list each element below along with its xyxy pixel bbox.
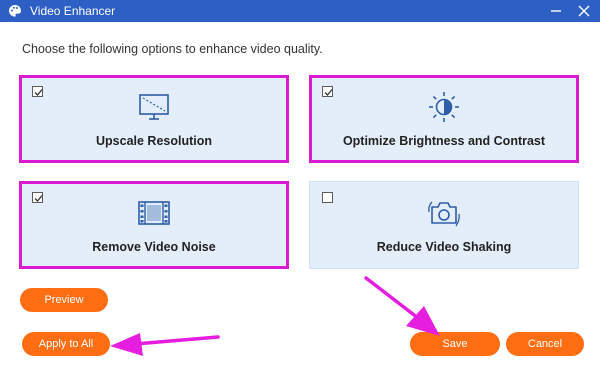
option-brightness-contrast[interactable]: Optimize Brightness and Contrast: [309, 75, 579, 163]
option-label: Reduce Video Shaking: [376, 240, 512, 254]
title-bar: Video Enhancer: [0, 0, 600, 22]
option-label: Upscale Resolution: [96, 134, 212, 148]
close-icon[interactable]: [576, 3, 592, 19]
apply-to-all-button[interactable]: Apply to All: [22, 332, 110, 356]
display-icon: [139, 94, 169, 120]
option-reduce-shaking[interactable]: Reduce Video Shaking: [309, 181, 579, 269]
film-strip-icon: [138, 201, 170, 225]
preview-button[interactable]: Preview: [20, 288, 108, 312]
minimize-icon[interactable]: [548, 3, 564, 19]
save-button[interactable]: Save: [410, 332, 500, 356]
upscale-checkbox[interactable]: [32, 86, 43, 97]
cancel-button[interactable]: Cancel: [506, 332, 584, 356]
option-label: Remove Video Noise: [92, 240, 216, 254]
window-title: Video Enhancer: [30, 4, 116, 18]
palette-icon: [9, 5, 21, 17]
option-label: Optimize Brightness and Contrast: [342, 134, 546, 148]
annotation-arrow-apply: [110, 333, 220, 356]
brightness-checkbox[interactable]: [322, 86, 333, 97]
noise-checkbox[interactable]: [32, 192, 43, 203]
option-remove-noise[interactable]: Remove Video Noise: [19, 181, 289, 269]
annotation-arrow-save: [364, 276, 440, 336]
instruction-text: Choose the following options to enhance …: [22, 42, 323, 56]
camera-icon: [428, 201, 460, 227]
shaking-checkbox[interactable]: [322, 192, 333, 203]
brightness-icon: [429, 92, 459, 122]
option-upscale-resolution[interactable]: Upscale Resolution: [19, 75, 289, 163]
